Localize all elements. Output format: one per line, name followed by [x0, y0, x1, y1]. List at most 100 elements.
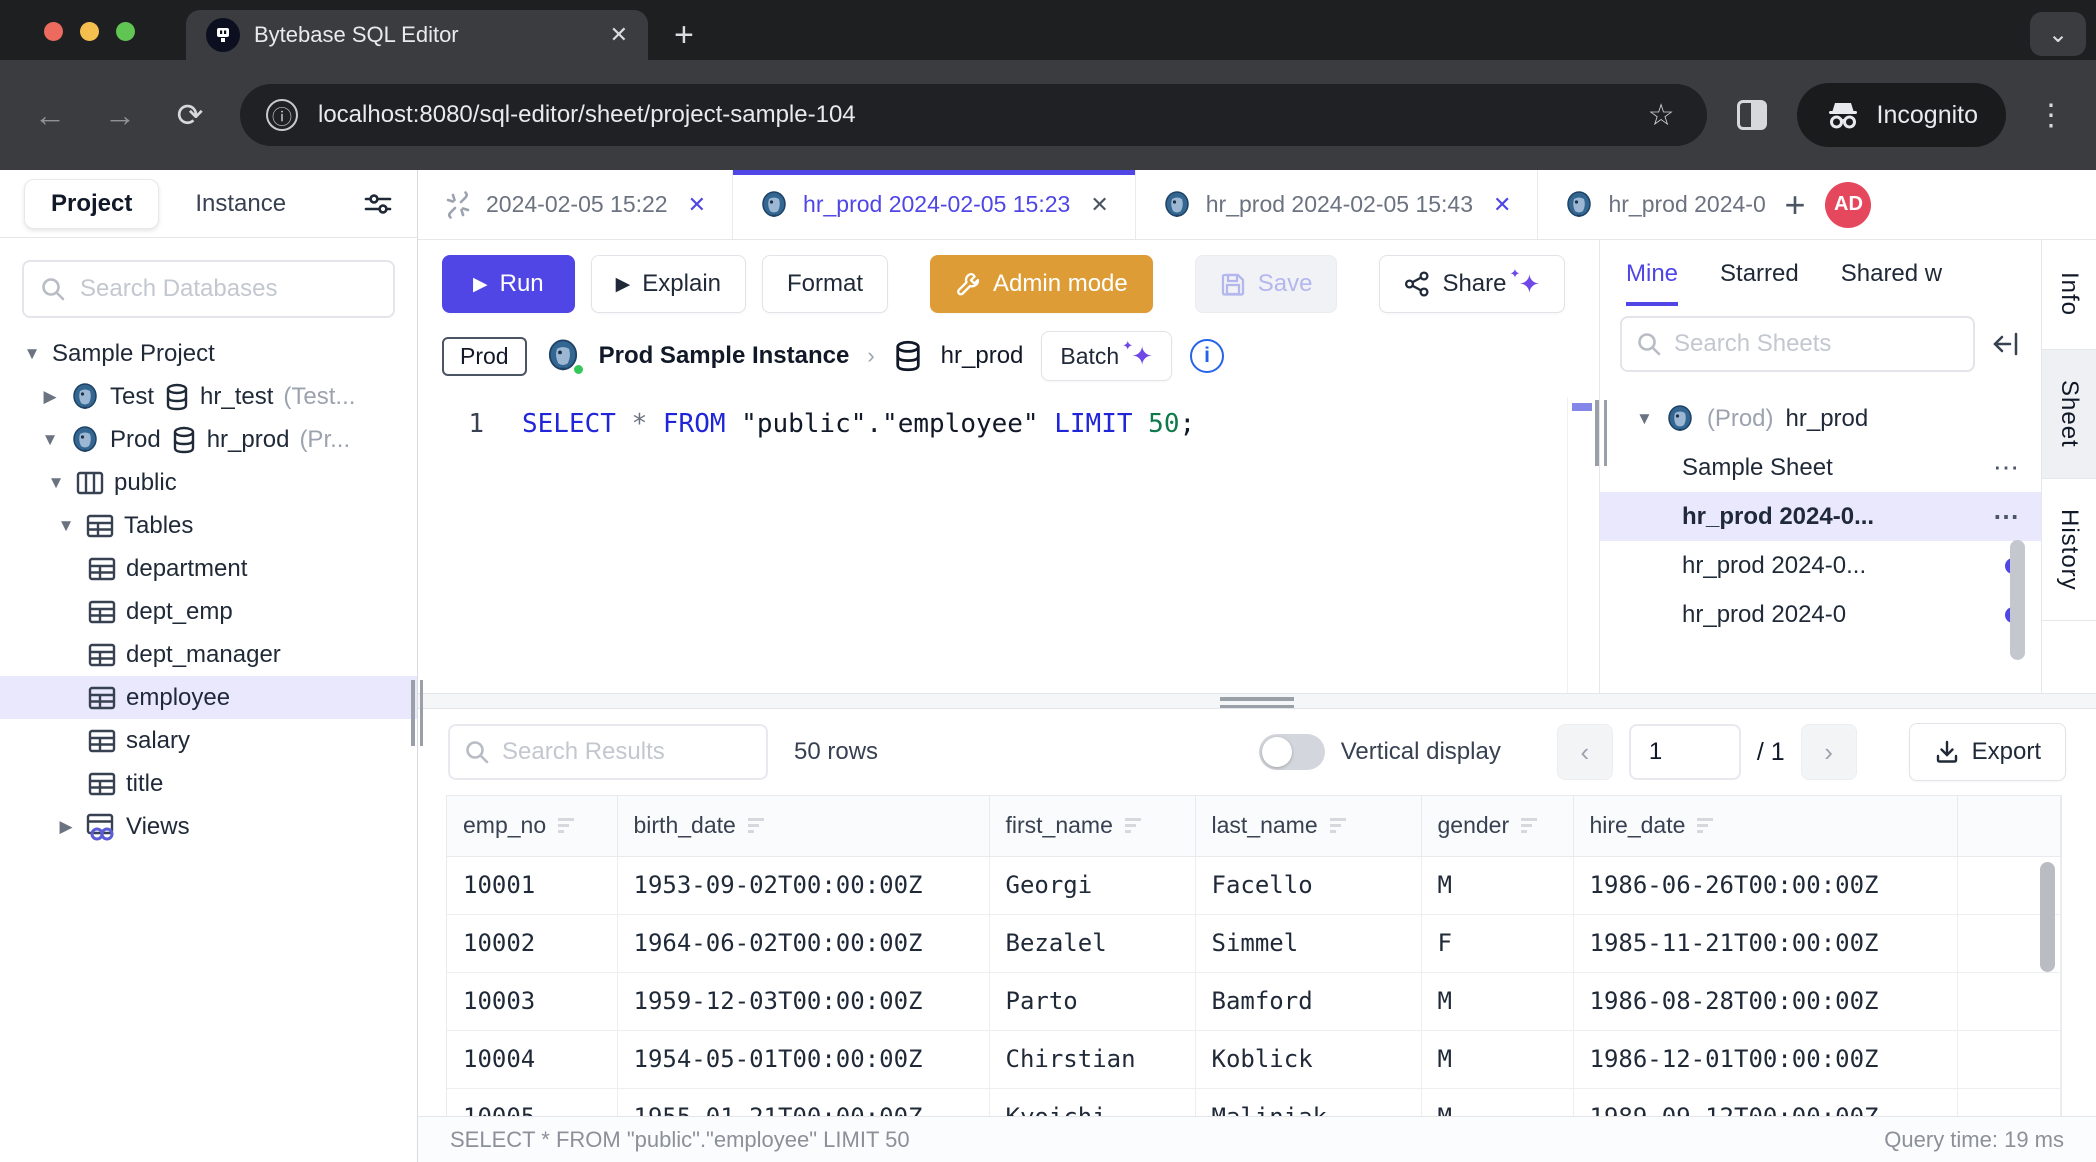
run-button[interactable]: ▶ Run — [442, 255, 575, 313]
caret-down-icon[interactable]: ▼ — [40, 430, 60, 450]
new-tab-button[interactable]: + — [674, 18, 694, 52]
tab-info[interactable]: Info — [2042, 240, 2096, 350]
url-text[interactable]: localhost:8080/sql-editor/sheet/project-… — [318, 101, 1628, 129]
bookmark-star-icon[interactable]: ☆ — [1648, 98, 1675, 133]
search-databases-input[interactable]: Search Databases — [22, 260, 395, 318]
col-header-birth-date[interactable]: birth_date — [617, 796, 989, 856]
sidebar-resize-handle[interactable] — [411, 680, 423, 746]
more-actions-icon[interactable]: ⋯ — [1993, 452, 2021, 483]
sheet-list-scrollbar-thumb[interactable] — [2010, 540, 2025, 660]
tree-item-views-group[interactable]: ▶ Views — [0, 805, 417, 848]
share-button[interactable]: Share ✦ — [1379, 255, 1565, 313]
tree-item-table-title[interactable]: title — [0, 762, 417, 805]
caret-right-icon[interactable]: ▶ — [40, 387, 60, 407]
tab-project[interactable]: Project — [24, 179, 159, 229]
instance-name[interactable]: Prod Sample Instance — [599, 342, 850, 370]
table-scrollbar-thumb[interactable] — [2040, 862, 2055, 972]
batch-button[interactable]: Batch ✦ — [1041, 331, 1172, 381]
tree-item-project[interactable]: ▼ Sample Project — [0, 332, 417, 375]
sheet-item-unsaved-2[interactable]: hr_prod 2024-0 — [1600, 590, 2041, 639]
vertical-display-toggle[interactable] — [1259, 734, 1325, 770]
col-header-first-name[interactable]: first_name — [989, 796, 1195, 856]
collapse-panel-icon[interactable] — [1991, 329, 2021, 359]
caret-down-icon[interactable]: ▼ — [56, 516, 76, 536]
format-button[interactable]: Format — [762, 255, 888, 313]
tree-item-tables-group[interactable]: ▼ Tables — [0, 504, 417, 547]
environment-chip[interactable]: Prod — [442, 337, 527, 376]
browser-menu-icon[interactable]: ⋮ — [2036, 98, 2066, 133]
tab-instance[interactable]: Instance — [169, 180, 312, 228]
sort-icon[interactable] — [748, 818, 764, 833]
zoom-window-button[interactable] — [116, 22, 135, 41]
caret-down-icon[interactable]: ▼ — [46, 473, 66, 493]
tab-shared[interactable]: Shared w — [1841, 260, 1942, 306]
search-results-input[interactable]: Search Results — [448, 724, 768, 780]
table-row[interactable]: 100011953-09-02T00:00:00ZGeorgiFacelloM1… — [447, 856, 2061, 914]
sort-icon[interactable] — [1697, 818, 1713, 833]
new-sheet-tab-button[interactable]: + — [1768, 187, 1821, 223]
prev-page-button[interactable]: ‹ — [1557, 724, 1613, 780]
tree-item-prod-db[interactable]: ▼ Prod hr_prod (Pr... — [0, 418, 417, 461]
table-row[interactable]: 100041954-05-01T00:00:00ZChirstianKoblic… — [447, 1030, 2061, 1088]
database-name[interactable]: hr_prod — [941, 342, 1024, 370]
tab-mine[interactable]: Mine — [1626, 260, 1678, 306]
sort-icon[interactable] — [558, 818, 574, 833]
tab-sheet[interactable]: Sheet — [2042, 350, 2096, 479]
reload-icon[interactable]: ⟳ — [170, 96, 210, 134]
sheet-item-selected[interactable]: hr_prod 2024-0... ⋯ — [1600, 492, 2041, 541]
caret-down-icon[interactable]: ▼ — [22, 344, 42, 364]
sheet-tab-unsaved[interactable]: 2024-02-05 15:22 ✕ — [418, 170, 733, 239]
side-panel-icon[interactable] — [1737, 100, 1767, 130]
caret-down-icon[interactable]: ▼ — [1636, 409, 1653, 429]
next-page-button[interactable]: › — [1801, 724, 1857, 780]
tree-item-test-db[interactable]: ▶ Test hr_test (Test... — [0, 375, 417, 418]
save-button[interactable]: Save — [1195, 255, 1338, 313]
sort-icon[interactable] — [1125, 818, 1141, 833]
col-header-last-name[interactable]: last_name — [1195, 796, 1421, 856]
editor-panel-resize-handle[interactable] — [1595, 400, 1607, 466]
sheet-tab-active[interactable]: hr_prod 2024-02-05 15:23 ✕ — [733, 170, 1136, 239]
tab-history[interactable]: History — [2042, 479, 2096, 622]
tree-item-table-salary[interactable]: salary — [0, 719, 417, 762]
sort-icon[interactable] — [1521, 818, 1537, 833]
close-sheet-tab-icon[interactable]: ✕ — [688, 192, 706, 218]
close-tab-icon[interactable]: ✕ — [610, 22, 628, 48]
user-avatar[interactable]: AD — [1825, 182, 1871, 228]
minimize-window-button[interactable] — [80, 22, 99, 41]
sheet-item-unsaved-1[interactable]: hr_prod 2024-0... — [1600, 541, 2041, 590]
tree-item-table-department[interactable]: department — [0, 547, 417, 590]
tab-starred[interactable]: Starred — [1720, 260, 1799, 306]
table-row[interactable]: 100051955-01-21T00:00:00ZKyoichiMaliniak… — [447, 1088, 2061, 1116]
sheet-tab-1543[interactable]: hr_prod 2024-02-05 15:43 ✕ — [1136, 170, 1539, 239]
back-icon[interactable]: ← — [30, 97, 70, 134]
address-bar[interactable]: ⓘ localhost:8080/sql-editor/sheet/projec… — [240, 84, 1707, 146]
tab-search-chevron-icon[interactable]: ⌄ — [2030, 12, 2086, 56]
sql-editor[interactable]: 1 SELECT * FROM "public"."employee" LIMI… — [418, 397, 1599, 693]
tree-item-table-employee[interactable]: employee — [0, 676, 417, 719]
admin-mode-button[interactable]: Admin mode — [930, 255, 1153, 313]
sheet-group-row[interactable]: ▼ (Prod) hr_prod — [1600, 394, 2041, 443]
caret-right-icon[interactable]: ▶ — [56, 817, 76, 837]
page-input[interactable]: 1 — [1629, 724, 1741, 780]
search-sheets-input[interactable]: Search Sheets — [1620, 316, 1975, 372]
close-sheet-tab-icon[interactable]: ✕ — [1493, 192, 1511, 218]
forward-icon[interactable]: → — [100, 97, 140, 134]
col-header-gender[interactable]: gender — [1421, 796, 1573, 856]
tree-item-table-dept-manager[interactable]: dept_manager — [0, 633, 417, 676]
sheet-tab-clipped[interactable]: hr_prod 2024-0 — [1538, 170, 1768, 239]
explain-button[interactable]: ▶ Explain — [591, 255, 746, 313]
site-info-icon[interactable]: ⓘ — [266, 99, 298, 131]
col-header-emp-no[interactable]: emp_no — [447, 796, 617, 856]
tree-item-schema-public[interactable]: ▼ public — [0, 461, 417, 504]
tree-item-table-dept-emp[interactable]: dept_emp — [0, 590, 417, 633]
export-button[interactable]: Export — [1909, 723, 2066, 781]
more-actions-icon[interactable]: ⋯ — [1993, 501, 2021, 532]
col-header-hire-date[interactable]: hire_date — [1573, 796, 1957, 856]
results-resize-divider[interactable] — [418, 693, 2096, 709]
browser-tab[interactable]: Bytebase SQL Editor ✕ — [186, 10, 648, 60]
close-window-button[interactable] — [44, 22, 63, 41]
sort-icon[interactable] — [1330, 818, 1346, 833]
window-controls[interactable] — [44, 22, 135, 41]
sheet-item-sample[interactable]: Sample Sheet ⋯ — [1600, 443, 2041, 492]
close-sheet-tab-icon[interactable]: ✕ — [1090, 192, 1108, 218]
